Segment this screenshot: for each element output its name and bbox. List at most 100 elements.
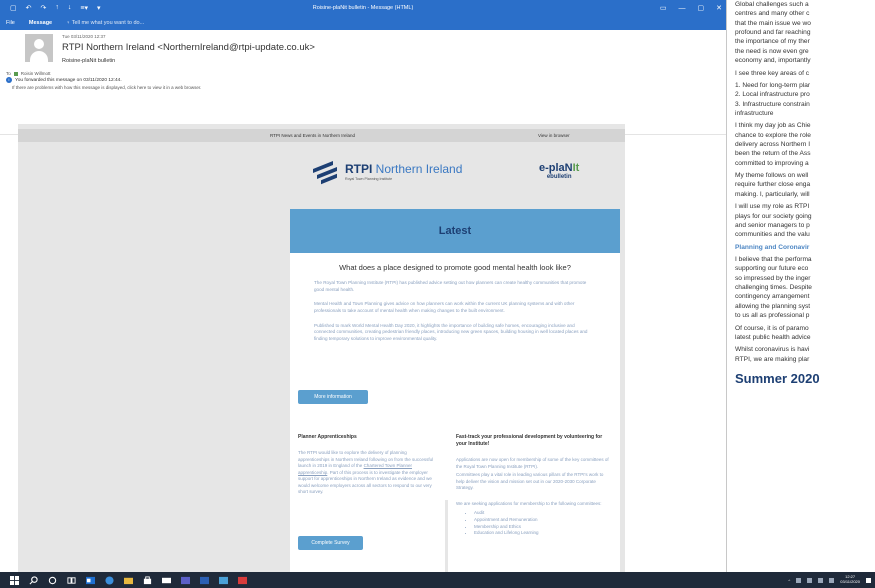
article-paragraph-8: Whilst coronavirus is havi RTPI, we are m… bbox=[735, 346, 810, 363]
eplanit-logo-text: e-plaNIt bbox=[539, 162, 580, 174]
article-list: 1. Need for long-term plar 2. Local infra… bbox=[735, 81, 811, 117]
forwarded-text: You forwarded this message on 03/11/2020… bbox=[15, 77, 122, 83]
more-commands-icon[interactable]: ≡▾ bbox=[80, 4, 88, 12]
task-view-icon[interactable] bbox=[67, 576, 76, 585]
presence-icon bbox=[13, 71, 18, 76]
volunteer-title: Fast-track your professional development… bbox=[456, 434, 603, 447]
summer-heading: Summer 2020 bbox=[735, 370, 820, 386]
cortana-icon[interactable] bbox=[48, 576, 57, 585]
eplanit-logo: e-plaNIt ebulletin bbox=[539, 162, 579, 180]
list-item: Audit bbox=[474, 510, 612, 517]
feature-headline: What does a place designed to promote go… bbox=[339, 263, 571, 272]
message-date: Tue 03/11/2020 12:37 bbox=[62, 34, 106, 39]
minimize-icon[interactable]: — bbox=[679, 5, 686, 12]
news-events-text: RTPI News and Events in Northern Ireland bbox=[270, 133, 355, 138]
app-icon[interactable] bbox=[219, 576, 228, 585]
message-subject: Roisine-plaNit bulletin bbox=[62, 58, 116, 64]
forwarded-infobar: i You forwarded this message on 03/11/20… bbox=[6, 77, 122, 83]
edge-icon[interactable] bbox=[105, 575, 114, 585]
message-header: Tue 03/11/2020 12:37 RTPI Northern Irela… bbox=[0, 30, 726, 135]
message-body: RTPI News and Events in Northern Ireland… bbox=[18, 124, 625, 572]
undo-icon[interactable]: ↶ bbox=[26, 4, 32, 12]
volunteer-paragraph: Applications are now open for membership… bbox=[456, 457, 609, 469]
feature-paragraph: Published to mark World Mental Health Da… bbox=[314, 322, 588, 341]
teams-icon[interactable] bbox=[181, 576, 190, 585]
article-paragraph-7: Of course, it is of paramo latest public … bbox=[735, 324, 811, 341]
tell-me-placeholder: Tell me what you want to do... bbox=[71, 20, 145, 26]
display-problem-infobar[interactable]: If there are problems with how this mess… bbox=[12, 85, 201, 90]
recipient-name[interactable]: Roisin Willmott bbox=[21, 71, 51, 76]
feature-paragraph: The Royal Town Planning Institute (RTPI)… bbox=[314, 280, 587, 292]
latest-heading: Latest bbox=[290, 209, 620, 253]
close-icon[interactable]: ✕ bbox=[716, 4, 722, 12]
message-recipients: To Roisin Willmott bbox=[6, 71, 51, 76]
window-controls: ▭ — ▢ ✕ bbox=[660, 0, 722, 16]
notifications-icon[interactable] bbox=[866, 577, 871, 583]
bulletin-top-bar: RTPI News and Events in Northern Ireland… bbox=[18, 129, 625, 142]
article-subheading: Planning and Coronavir bbox=[735, 243, 810, 251]
article-paragraph-4: My theme follows on well require further … bbox=[735, 172, 811, 198]
complete-survey-button[interactable]: Complete Survey bbox=[298, 536, 363, 550]
info-icon: i bbox=[6, 77, 12, 83]
rtpi-ni-logo: RTPI Northern Ireland Royal Town Plannin… bbox=[313, 160, 463, 185]
article-paragraph-1: Global challenges such a centres and many… bbox=[735, 1, 811, 65]
next-item-icon[interactable]: ↓ bbox=[68, 4, 72, 12]
clock-date: 03/11/2020 bbox=[840, 579, 860, 584]
redo-icon[interactable]: ↷ bbox=[41, 4, 47, 12]
committee-list: Audit Appointment and Remuneration Membe… bbox=[474, 510, 612, 537]
maximize-icon[interactable]: ▢ bbox=[698, 4, 705, 12]
tab-message[interactable]: Message bbox=[29, 20, 52, 26]
outlook-icon[interactable] bbox=[86, 576, 95, 585]
keyboard-icon[interactable] bbox=[829, 577, 835, 583]
message-sender[interactable]: RTPI Northern Ireland <NorthernIreland@r… bbox=[62, 42, 315, 53]
rtpi-logo-subtitle: Royal Town Planning Institute bbox=[345, 177, 393, 181]
quick-access-toolbar: ▢ ↶ ↷ ↑ ↓ ≡▾ ▾ bbox=[0, 4, 101, 12]
volunteer-paragraph: We are seeking applications for membersh… bbox=[456, 500, 602, 506]
list-item: Appointment and Remuneration bbox=[474, 517, 612, 524]
tell-me-search[interactable]: ♀ Tell me what you want to do... bbox=[66, 20, 144, 26]
background-article-document: Global challenges such a centres and many… bbox=[735, 0, 875, 536]
feature-paragraph: Mental Health and Town Planning gives ad… bbox=[314, 301, 575, 313]
title-bar: ▢ ↶ ↷ ↑ ↓ ≡▾ ▾ Roisine-plaNit bulletin -… bbox=[0, 0, 726, 16]
volunteer-section: Fast-track your professional development… bbox=[448, 427, 620, 572]
taskbar-clock[interactable]: 12:27 03/11/2020 bbox=[840, 574, 860, 585]
search-icon[interactable] bbox=[29, 575, 38, 585]
article-paragraph-3: I think my day job as Chie chance to expl… bbox=[735, 122, 811, 167]
list-item: Education and Lifelong Learning bbox=[474, 530, 612, 537]
volunteer-paragraph: Committees play a vital role in leading … bbox=[456, 472, 604, 491]
store-icon[interactable] bbox=[143, 575, 152, 585]
article-paragraph-5: I will use my role as RTPI plays for our … bbox=[735, 203, 812, 239]
apprenticeships-section: Planner Apprenticeships The RTPI would l… bbox=[290, 427, 445, 572]
view-in-browser-link[interactable]: View in browser bbox=[538, 133, 570, 138]
windows-taskbar: ^ 12:27 03/11/2020 bbox=[0, 572, 875, 588]
eplanit-logo-subtitle: ebulletin bbox=[546, 174, 572, 180]
apprenticeships-title: Planner Apprenticeships bbox=[298, 434, 357, 440]
taskbar-apps bbox=[0, 575, 247, 585]
file-explorer-icon[interactable] bbox=[124, 576, 133, 585]
tab-file[interactable]: File bbox=[6, 20, 15, 26]
article-paragraph-2: I see three key areas of c bbox=[735, 69, 810, 77]
ribbon-display-options-icon[interactable]: ▭ bbox=[660, 4, 667, 12]
customize-toolbar-icon[interactable]: ▾ bbox=[97, 4, 101, 12]
apprenticeships-text: The RTPI would like to explore the deliv… bbox=[298, 450, 434, 495]
windows-start-icon[interactable] bbox=[10, 575, 19, 585]
more-information-button[interactable]: More information bbox=[298, 390, 368, 404]
mail-icon[interactable] bbox=[162, 576, 171, 585]
word-icon[interactable] bbox=[200, 576, 209, 585]
sender-avatar bbox=[25, 34, 53, 62]
network-icon[interactable] bbox=[796, 577, 802, 583]
ribbon-tabs: File Message ♀ Tell me what you want to … bbox=[0, 16, 726, 30]
system-tray: ^ 12:27 03/11/2020 bbox=[788, 572, 871, 588]
rtpi-logo-text: RTPI Northern Ireland bbox=[345, 162, 463, 176]
list-item: Membership and Ethics bbox=[474, 524, 612, 531]
previous-item-icon[interactable]: ↑ bbox=[55, 4, 59, 12]
article-paragraph-6: I believe that the performa supporting ou… bbox=[735, 255, 812, 320]
window-title: Roisine-plaNit bulletin - Message (HTML) bbox=[312, 5, 414, 11]
volume-icon[interactable] bbox=[807, 577, 813, 583]
battery-icon[interactable] bbox=[818, 577, 824, 583]
save-icon[interactable]: ▢ bbox=[10, 4, 17, 12]
to-label: To bbox=[6, 71, 11, 76]
chevron-up-icon[interactable]: ^ bbox=[788, 578, 790, 583]
outlook-message-window: ▢ ↶ ↷ ↑ ↓ ≡▾ ▾ Roisine-plaNit bulletin -… bbox=[0, 0, 727, 572]
acrobat-icon[interactable] bbox=[238, 576, 247, 585]
